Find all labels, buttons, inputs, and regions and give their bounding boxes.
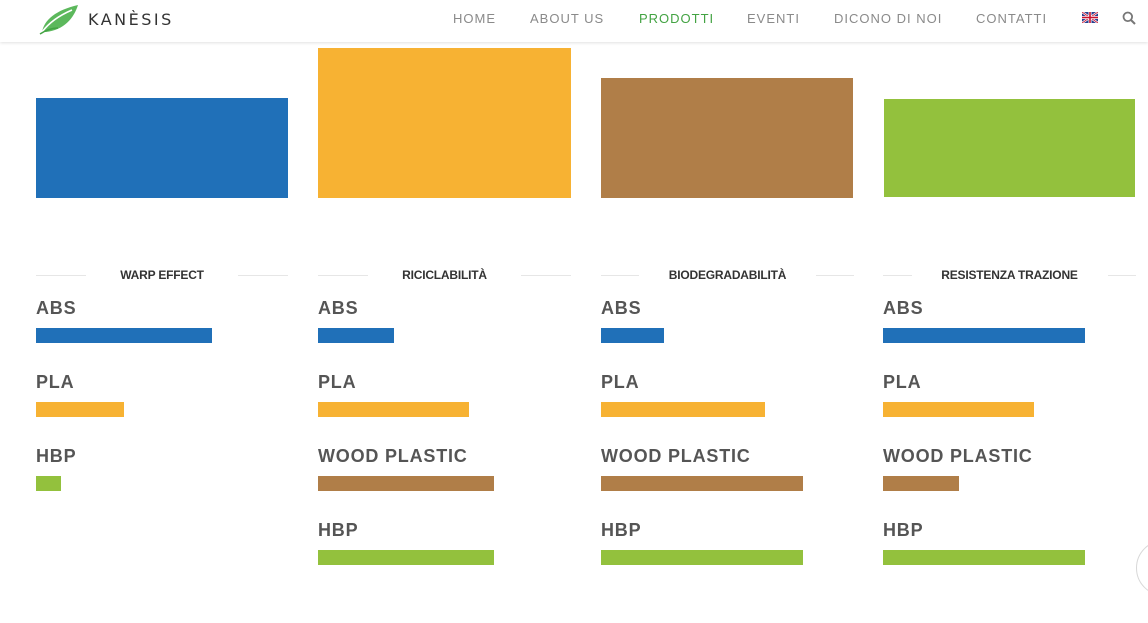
chart-heading: BIODEGRADABILITÀ: [601, 268, 854, 282]
heading-divider-left: [601, 275, 639, 276]
hbp-color-block: [884, 99, 1135, 197]
nav-home[interactable]: HOME: [453, 11, 496, 26]
pla-color-block: [318, 48, 571, 198]
bar-label: PLA: [36, 372, 75, 392]
search-icon[interactable]: [1122, 11, 1136, 25]
bar-label: WOOD PLASTIC: [318, 446, 468, 466]
scroll-top-button[interactable]: [1136, 540, 1148, 596]
nav-contatti[interactable]: CONTATTI: [976, 11, 1047, 26]
nav-prodotti[interactable]: PRODOTTI: [639, 11, 714, 26]
bar-wood-plastic: [883, 476, 959, 491]
bar-label: ABS: [318, 298, 359, 318]
bar-label: WOOD PLASTIC: [601, 446, 751, 466]
chart-heading: RESISTENZA TRAZIONE: [883, 268, 1136, 282]
bar-label: WOOD PLASTIC: [883, 446, 1033, 466]
heading-divider-right: [816, 275, 854, 276]
chart-title: RESISTENZA TRAZIONE: [941, 268, 1078, 282]
chart-title: WARP EFFECT: [120, 268, 204, 282]
bar-label: ABS: [601, 298, 642, 318]
bar-pla: [601, 402, 765, 417]
nav-about-us[interactable]: ABOUT US: [530, 11, 604, 26]
heading-divider-left: [36, 275, 86, 276]
bar-label: PLA: [601, 372, 640, 392]
nav-dicono-di-noi[interactable]: DICONO DI NOI: [834, 11, 942, 26]
bar-label: HBP: [318, 520, 359, 540]
bar-label: HBP: [883, 520, 924, 540]
nav-eventi[interactable]: EVENTI: [747, 11, 800, 26]
bar-hbp: [36, 476, 61, 491]
heading-divider-right: [238, 275, 288, 276]
heading-divider-left: [318, 275, 368, 276]
bar-pla: [318, 402, 469, 417]
bar-label: PLA: [883, 372, 922, 392]
chart-heading: WARP EFFECT: [36, 268, 288, 282]
bar-label: ABS: [36, 298, 77, 318]
bar-label: HBP: [601, 520, 642, 540]
bar-wood-plastic: [601, 476, 803, 491]
logo[interactable]: KANÈSIS: [38, 2, 174, 36]
bar-abs: [883, 328, 1085, 343]
brand-name: KANÈSIS: [88, 9, 174, 29]
bar-label: PLA: [318, 372, 357, 392]
bar-pla: [36, 402, 124, 417]
site-header: KANÈSIS HOME ABOUT US PRODOTTI EVENTI DI…: [0, 0, 1148, 42]
abs-color-block: [36, 98, 288, 198]
uk-flag-icon[interactable]: [1082, 12, 1098, 23]
bar-abs: [36, 328, 212, 343]
chart-title: RICICLABILITÀ: [402, 268, 487, 282]
bar-label: ABS: [883, 298, 924, 318]
leaf-logo-icon: [39, 5, 78, 35]
chart-title: BIODEGRADABILITÀ: [668, 268, 787, 282]
chart-heading: RICICLABILITÀ: [318, 268, 571, 282]
bar-hbp: [883, 550, 1085, 565]
heading-divider-right: [521, 275, 571, 276]
bar-hbp: [601, 550, 803, 565]
bar-label: HBP: [36, 446, 77, 466]
bar-abs: [601, 328, 664, 343]
bar-pla: [883, 402, 1034, 417]
bar-abs: [318, 328, 394, 343]
wood-plastic-color-block: [601, 78, 853, 198]
heading-divider-left: [883, 275, 912, 276]
bar-hbp: [318, 550, 494, 565]
heading-divider-right: [1107, 275, 1136, 276]
bar-wood-plastic: [318, 476, 494, 491]
